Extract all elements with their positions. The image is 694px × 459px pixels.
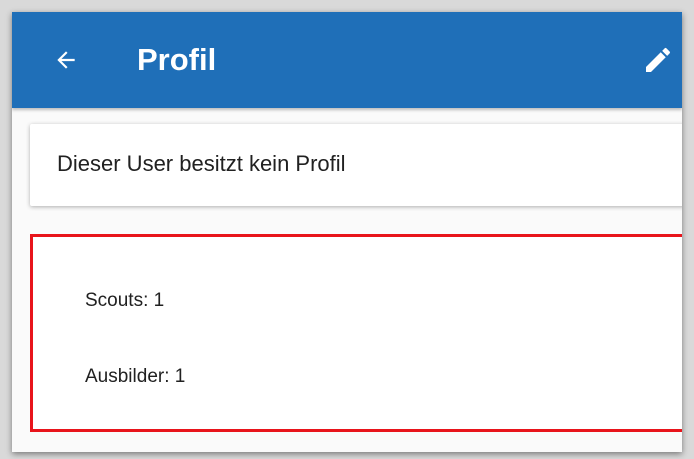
back-button[interactable] — [42, 36, 90, 84]
stats-box: Scouts: 1 Ausbilder: 1 — [30, 234, 682, 432]
arrow-left-icon — [57, 51, 75, 69]
edit-button[interactable] — [634, 36, 682, 84]
page-title: Profil — [137, 42, 217, 77]
profile-card: Dieser User besitzt kein Profil — [30, 124, 682, 206]
no-profile-message: Dieser User besitzt kein Profil — [57, 151, 346, 176]
app-bar: Profil — [12, 12, 682, 108]
screenshot-frame: Profil Dieser User besitzt kein Profil S… — [0, 0, 694, 459]
ausbilder-count: Ausbilder: 1 — [85, 366, 186, 387]
scouts-count: Scouts: 1 — [85, 290, 165, 311]
app-screen: Profil Dieser User besitzt kein Profil S… — [12, 12, 682, 452]
pencil-icon — [646, 47, 671, 72]
